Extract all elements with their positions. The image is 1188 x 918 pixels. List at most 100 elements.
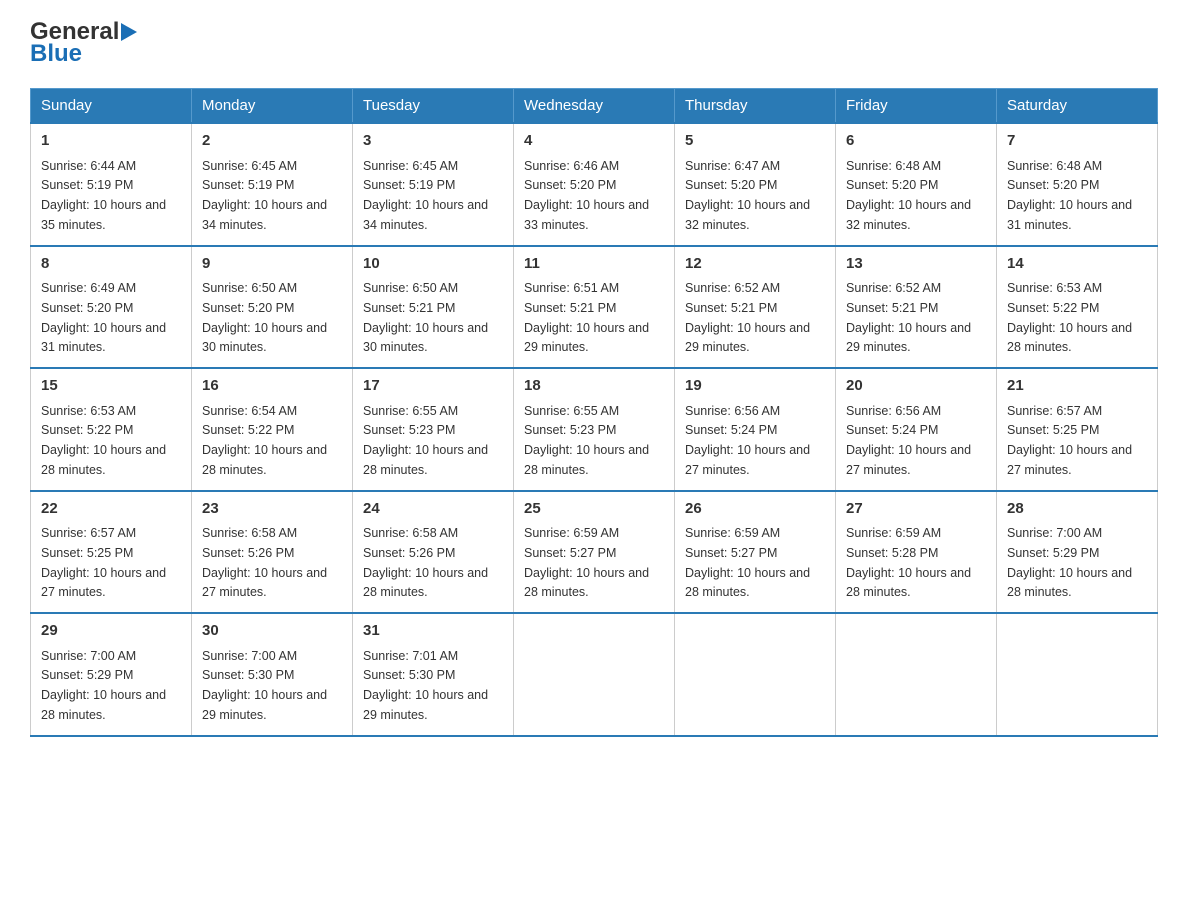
calendar-cell: 9 Sunrise: 6:50 AM Sunset: 5:20 PM Dayli… [192,246,353,369]
day-daylight: Daylight: 10 hours and 28 minutes. [41,688,166,722]
calendar-cell: 29 Sunrise: 7:00 AM Sunset: 5:29 PM Dayl… [31,613,192,736]
day-sunrise: Sunrise: 6:59 AM [524,526,619,540]
day-sunset: Sunset: 5:25 PM [1007,423,1099,437]
day-daylight: Daylight: 10 hours and 28 minutes. [685,566,810,600]
day-number: 4 [524,130,664,153]
calendar-cell: 3 Sunrise: 6:45 AM Sunset: 5:19 PM Dayli… [353,123,514,246]
day-number: 16 [202,375,342,398]
calendar-table: SundayMondayTuesdayWednesdayThursdayFrid… [30,88,1158,737]
day-sunset: Sunset: 5:25 PM [41,546,133,560]
day-daylight: Daylight: 10 hours and 28 minutes. [524,443,649,477]
day-daylight: Daylight: 10 hours and 27 minutes. [41,566,166,600]
day-header-sunday: Sunday [31,89,192,124]
day-daylight: Daylight: 10 hours and 27 minutes. [846,443,971,477]
day-daylight: Daylight: 10 hours and 32 minutes. [846,198,971,232]
day-sunrise: Sunrise: 6:57 AM [1007,404,1102,418]
day-sunrise: Sunrise: 6:50 AM [363,281,458,295]
day-header-monday: Monday [192,89,353,124]
day-daylight: Daylight: 10 hours and 32 minutes. [685,198,810,232]
day-number: 21 [1007,375,1147,398]
day-number: 26 [685,498,825,521]
day-sunset: Sunset: 5:29 PM [41,668,133,682]
calendar-cell: 30 Sunrise: 7:00 AM Sunset: 5:30 PM Dayl… [192,613,353,736]
day-sunrise: Sunrise: 6:45 AM [363,159,458,173]
calendar-cell: 1 Sunrise: 6:44 AM Sunset: 5:19 PM Dayli… [31,123,192,246]
calendar-cell: 27 Sunrise: 6:59 AM Sunset: 5:28 PM Dayl… [836,491,997,614]
day-sunset: Sunset: 5:22 PM [202,423,294,437]
day-sunset: Sunset: 5:21 PM [524,301,616,315]
day-daylight: Daylight: 10 hours and 29 minutes. [363,688,488,722]
day-sunset: Sunset: 5:26 PM [363,546,455,560]
calendar-cell: 28 Sunrise: 7:00 AM Sunset: 5:29 PM Dayl… [997,491,1158,614]
day-sunset: Sunset: 5:20 PM [685,178,777,192]
day-sunrise: Sunrise: 6:53 AM [41,404,136,418]
day-number: 13 [846,253,986,276]
calendar-cell: 11 Sunrise: 6:51 AM Sunset: 5:21 PM Dayl… [514,246,675,369]
calendar-cell: 31 Sunrise: 7:01 AM Sunset: 5:30 PM Dayl… [353,613,514,736]
calendar-week-row: 22 Sunrise: 6:57 AM Sunset: 5:25 PM Dayl… [31,491,1158,614]
calendar-cell: 15 Sunrise: 6:53 AM Sunset: 5:22 PM Dayl… [31,368,192,491]
calendar-cell: 20 Sunrise: 6:56 AM Sunset: 5:24 PM Dayl… [836,368,997,491]
day-number: 1 [41,130,181,153]
day-number: 5 [685,130,825,153]
day-sunrise: Sunrise: 6:50 AM [202,281,297,295]
day-sunrise: Sunrise: 7:00 AM [1007,526,1102,540]
day-sunset: Sunset: 5:24 PM [685,423,777,437]
day-sunrise: Sunrise: 6:58 AM [202,526,297,540]
day-daylight: Daylight: 10 hours and 30 minutes. [202,321,327,355]
calendar-cell [514,613,675,736]
calendar-cell: 19 Sunrise: 6:56 AM Sunset: 5:24 PM Dayl… [675,368,836,491]
day-daylight: Daylight: 10 hours and 27 minutes. [685,443,810,477]
day-sunrise: Sunrise: 6:54 AM [202,404,297,418]
day-sunset: Sunset: 5:29 PM [1007,546,1099,560]
logo-arrow-icon [121,23,137,41]
day-number: 23 [202,498,342,521]
day-number: 11 [524,253,664,276]
calendar-cell: 7 Sunrise: 6:48 AM Sunset: 5:20 PM Dayli… [997,123,1158,246]
day-number: 12 [685,253,825,276]
day-daylight: Daylight: 10 hours and 28 minutes. [363,566,488,600]
day-sunrise: Sunrise: 6:44 AM [41,159,136,173]
calendar-week-row: 29 Sunrise: 7:00 AM Sunset: 5:29 PM Dayl… [31,613,1158,736]
day-daylight: Daylight: 10 hours and 27 minutes. [1007,443,1132,477]
day-sunset: Sunset: 5:21 PM [363,301,455,315]
calendar-week-row: 8 Sunrise: 6:49 AM Sunset: 5:20 PM Dayli… [31,246,1158,369]
calendar-cell: 5 Sunrise: 6:47 AM Sunset: 5:20 PM Dayli… [675,123,836,246]
day-number: 31 [363,620,503,643]
calendar-cell: 14 Sunrise: 6:53 AM Sunset: 5:22 PM Dayl… [997,246,1158,369]
calendar-week-row: 15 Sunrise: 6:53 AM Sunset: 5:22 PM Dayl… [31,368,1158,491]
day-sunset: Sunset: 5:24 PM [846,423,938,437]
day-header-thursday: Thursday [675,89,836,124]
day-daylight: Daylight: 10 hours and 29 minutes. [202,688,327,722]
day-number: 22 [41,498,181,521]
day-daylight: Daylight: 10 hours and 28 minutes. [363,443,488,477]
calendar-cell [836,613,997,736]
day-sunrise: Sunrise: 6:57 AM [41,526,136,540]
day-daylight: Daylight: 10 hours and 29 minutes. [524,321,649,355]
day-daylight: Daylight: 10 hours and 29 minutes. [685,321,810,355]
day-number: 9 [202,253,342,276]
day-sunrise: Sunrise: 6:58 AM [363,526,458,540]
day-sunrise: Sunrise: 6:59 AM [846,526,941,540]
day-sunrise: Sunrise: 6:56 AM [846,404,941,418]
day-sunset: Sunset: 5:30 PM [202,668,294,682]
day-sunset: Sunset: 5:21 PM [846,301,938,315]
day-sunset: Sunset: 5:20 PM [1007,178,1099,192]
day-sunset: Sunset: 5:23 PM [524,423,616,437]
calendar-cell: 13 Sunrise: 6:52 AM Sunset: 5:21 PM Dayl… [836,246,997,369]
day-sunset: Sunset: 5:22 PM [41,423,133,437]
calendar-week-row: 1 Sunrise: 6:44 AM Sunset: 5:19 PM Dayli… [31,123,1158,246]
day-daylight: Daylight: 10 hours and 31 minutes. [1007,198,1132,232]
day-sunrise: Sunrise: 6:48 AM [846,159,941,173]
day-number: 30 [202,620,342,643]
day-number: 7 [1007,130,1147,153]
day-sunrise: Sunrise: 7:00 AM [41,649,136,663]
day-sunrise: Sunrise: 6:45 AM [202,159,297,173]
day-number: 3 [363,130,503,153]
day-number: 20 [846,375,986,398]
day-daylight: Daylight: 10 hours and 28 minutes. [846,566,971,600]
day-sunset: Sunset: 5:20 PM [846,178,938,192]
day-sunrise: Sunrise: 6:55 AM [524,404,619,418]
day-number: 19 [685,375,825,398]
day-sunrise: Sunrise: 6:51 AM [524,281,619,295]
